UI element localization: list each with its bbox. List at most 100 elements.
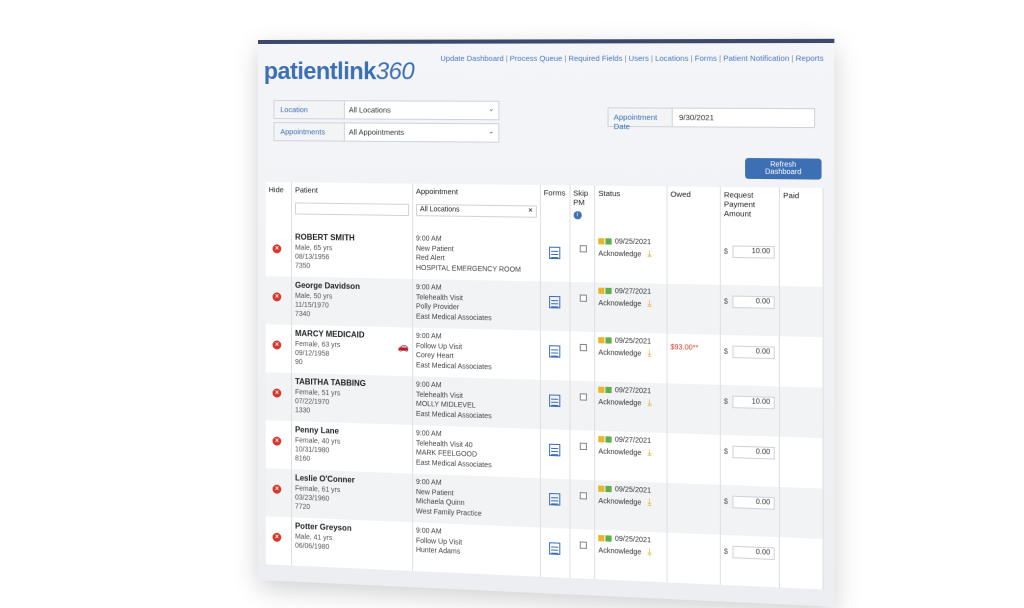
appointment-date-input[interactable]: 9/30/2021 [673,109,720,127]
col-paid: Paid [779,187,824,237]
close-icon[interactable]: × [272,292,282,302]
nav-link[interactable]: Patient Notification [723,54,789,63]
currency-symbol: $ [723,447,728,456]
status-text: Acknowledge [598,547,642,557]
download-icon[interactable]: ⤓ [648,546,652,557]
location-filter[interactable]: Location All Locations ⌄ [273,100,500,121]
request-amount-input[interactable]: 0.00 [732,295,775,309]
form-icon[interactable] [548,246,561,260]
chevron-down-icon[interactable]: ⌄ [488,105,494,113]
close-icon[interactable]: × [272,436,282,446]
skip-pm-checkbox[interactable] [579,442,587,451]
request-amount-input[interactable]: 0.00 [732,545,775,561]
owed-amount [670,543,716,545]
owed-amount [670,244,716,245]
nav-link[interactable]: Update Dashboard [440,54,503,63]
form-icon[interactable] [548,542,561,555]
nav-link[interactable]: Locations [655,54,688,63]
appointment-filter-value: All Locations [419,206,460,214]
request-amount-input[interactable]: 0.00 [732,345,775,360]
status-text: Acknowledge [598,250,642,259]
patient-cell: George Davidson Male, 50 yrs 11/15/1970 … [291,276,413,328]
skip-cell [569,232,595,283]
appointment-location: HOSPITAL EMERGENCY ROOM [415,264,521,274]
hide-cell: × [265,372,292,422]
patient-name[interactable]: George Davidson [295,281,409,292]
patient-search-input[interactable] [295,202,409,217]
skip-pm-checkbox[interactable] [579,492,587,500]
patient-cell: Penny Lane Female, 40 yrs 10/31/1980 816… [291,421,413,474]
download-icon[interactable]: ⤓ [648,248,652,258]
check-status-icon [605,386,612,394]
paid-cell [779,285,824,338]
request-amount-input[interactable]: 0.00 [732,495,775,510]
download-icon[interactable]: ⤓ [648,497,652,508]
skip-pm-checkbox[interactable] [579,541,587,549]
nav-link[interactable]: Process Queue [510,54,563,63]
nav-link[interactable]: Required Fields [568,54,622,63]
forms-cell [540,429,570,480]
appointment-date-label: Appointment Date [608,108,673,131]
close-icon[interactable]: × [272,244,282,254]
patient-name[interactable]: ROBERT SMITH [295,233,409,244]
form-icon[interactable] [548,345,561,358]
form-icon[interactable] [548,295,561,309]
hide-cell: × [265,420,292,470]
nav-link[interactable]: Forms [695,54,717,63]
nav-link[interactable]: Users [629,54,649,63]
top-nav: Update Dashboard | Process Queue | Required … [440,54,823,63]
download-icon[interactable]: ⤓ [648,298,652,308]
close-icon[interactable]: × [272,340,282,350]
appointment-location-filter[interactable]: All Locations × [415,203,537,218]
download-icon[interactable]: ⤓ [648,348,652,358]
patient-name[interactable]: TABITHA TABBING [295,377,409,389]
status-cell: 09/27/2021 Acknowledge ⤓ [594,430,667,483]
request-cell: $0.00 [720,534,780,588]
appointments-filter[interactable]: Appointments All Appointments ⌄ [273,122,500,143]
skip-cell [569,281,595,332]
status-cell: 09/27/2021 Acknowledge ⤓ [594,282,667,334]
nav-link[interactable]: Reports [796,54,824,63]
close-icon[interactable]: × [272,484,282,494]
appointment-date-field[interactable]: Appointment Date 9/30/2021 [607,107,816,131]
request-amount-input[interactable]: 10.00 [732,245,775,259]
skip-pm-checkbox[interactable] [579,393,587,401]
status-cell: 09/25/2021 Acknowledge ⤓ [594,480,667,533]
skip-cell [569,331,595,382]
patient-cell: TABITHA TABBING Female, 51 yrs 07/22/197… [291,372,413,425]
owed-amount [670,294,716,295]
request-amount-input[interactable]: 0.00 [732,445,775,460]
refresh-dashboard-button[interactable]: Refresh Dashboard [745,157,822,180]
email-status-icon [598,337,605,344]
status-text: Acknowledge [598,349,642,358]
skip-pm-checkbox[interactable] [579,245,587,253]
appointment-cell: 9:00 AM Follow Up Visit Hunter Adams [412,522,541,577]
patient-name[interactable]: MARCY MEDICAID [295,329,409,341]
car-icon: 🚗 [397,341,409,352]
close-icon[interactable]: × [272,388,282,398]
skip-pm-checkbox[interactable] [579,294,587,302]
form-icon[interactable] [548,492,561,506]
skip-cell [569,479,595,530]
download-icon[interactable]: ⤓ [648,447,652,457]
skip-pm-checkbox[interactable] [579,343,587,352]
col-patient-label: Patient [295,185,318,195]
info-icon[interactable]: i [573,211,582,220]
email-status-icon [598,287,605,295]
request-amount-input[interactable]: 10.00 [732,395,775,410]
currency-symbol: $ [723,297,728,306]
skip-cell [569,429,595,481]
status-cell: 09/25/2021 Acknowledge ⤓ [594,529,667,583]
appointment-location: East Medical Associates [415,312,492,322]
form-icon[interactable] [548,394,561,408]
col-request: Request Payment Amount [720,186,780,236]
chevron-down-icon[interactable]: ⌄ [488,127,494,135]
form-icon[interactable] [548,443,561,457]
currency-symbol: $ [723,497,728,506]
clear-icon[interactable]: × [528,207,532,214]
download-icon[interactable]: ⤓ [648,397,652,407]
close-icon[interactable]: × [272,532,282,542]
appointment-cell: 9:00 AM New Patient Red Alert HOSPITAL E… [412,230,541,282]
forms-cell [540,232,570,282]
email-status-icon [598,386,605,394]
